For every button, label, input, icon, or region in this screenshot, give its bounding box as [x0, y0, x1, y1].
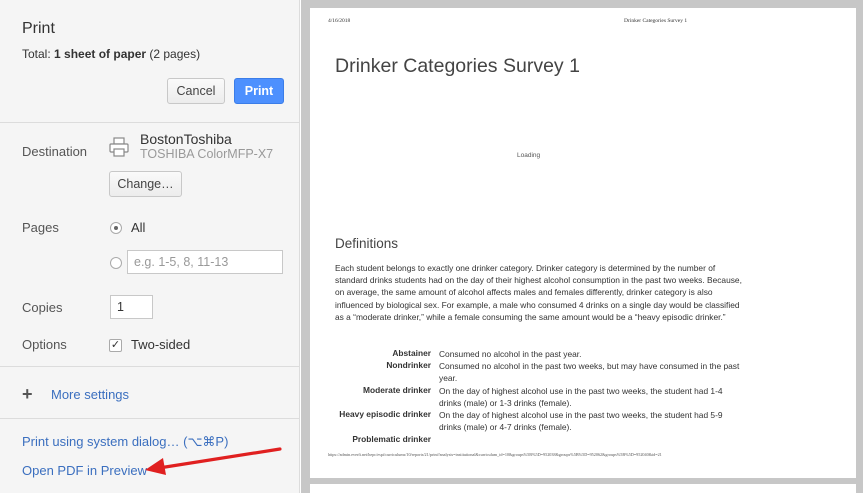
options-label: Options — [22, 337, 67, 352]
preview-page-2 — [310, 484, 856, 493]
page-date: 4/16/2018 — [328, 18, 351, 24]
definition-term: Problematic drinker — [352, 434, 431, 444]
pages-all-radio[interactable] — [110, 222, 122, 234]
definition-desc: Consumed no alcohol in the past year. — [439, 349, 582, 359]
definition-term: Nondrinker — [386, 360, 431, 370]
open-pdf-preview-link[interactable]: Open PDF in Preview — [22, 463, 147, 478]
dialog-title: Print — [22, 20, 55, 37]
page-header: Drinker Categories Survey 1 — [624, 18, 688, 24]
definition-term: Abstainer — [392, 348, 431, 358]
more-settings-link[interactable]: More settings — [51, 387, 129, 402]
definition-term: Moderate drinker — [363, 385, 431, 395]
print-settings-panel: Print Total: 1 sheet of paper (2 pages) … — [0, 0, 300, 493]
definitions-heading: Definitions — [335, 236, 399, 251]
pages-custom-radio[interactable] — [110, 257, 122, 269]
change-destination-button[interactable]: Change… — [109, 171, 182, 197]
printer-model: TOSHIBA ColorMFP-X7 — [140, 147, 274, 161]
destination-label: Destination — [22, 144, 88, 159]
printer-name: BostonToshiba — [140, 131, 232, 147]
two-sided-label: Two-sided — [131, 337, 191, 352]
definitions-paragraph: Each student belongs to exactly one drin… — [335, 263, 742, 322]
two-sided-checkbox[interactable]: ✓ — [109, 339, 122, 352]
cancel-button[interactable]: Cancel — [167, 78, 225, 104]
total-pages: (2 pages) — [146, 47, 201, 61]
copies-label: Copies — [22, 300, 63, 315]
definition-desc: Consumed no alcohol in the past two week… — [439, 361, 740, 383]
pages-all-label: All — [131, 220, 146, 235]
divider — [0, 122, 300, 123]
total-sheets: 1 sheet of paper — [54, 47, 147, 61]
total-prefix: Total: — [22, 47, 55, 61]
pages-custom-input[interactable] — [127, 250, 283, 274]
pages-label: Pages — [22, 220, 59, 235]
page-title: Drinker Categories Survey 1 — [335, 55, 580, 77]
total-summary: Total: 1 sheet of paper (2 pages) — [22, 47, 200, 61]
divider — [0, 418, 300, 419]
divider — [0, 366, 300, 367]
annotation-arrow-icon — [145, 447, 282, 475]
plus-icon[interactable]: + — [22, 385, 33, 403]
page-footer-url: https://admin.everfi.net/hepc/espi/curri… — [328, 452, 662, 457]
preview-page: 4/16/2018 Drinker Categories Survey 1 Dr… — [310, 8, 856, 478]
copies-input[interactable] — [110, 295, 153, 319]
printer-icon — [109, 137, 129, 157]
definition-term: Heavy episodic drinker — [339, 409, 431, 419]
definition-desc: On the day of highest alcohol use in the… — [439, 386, 723, 408]
definition-desc: On the day of highest alcohol use in the… — [439, 410, 723, 432]
print-button[interactable]: Print — [234, 78, 284, 104]
loading-text: Loading — [517, 152, 541, 159]
